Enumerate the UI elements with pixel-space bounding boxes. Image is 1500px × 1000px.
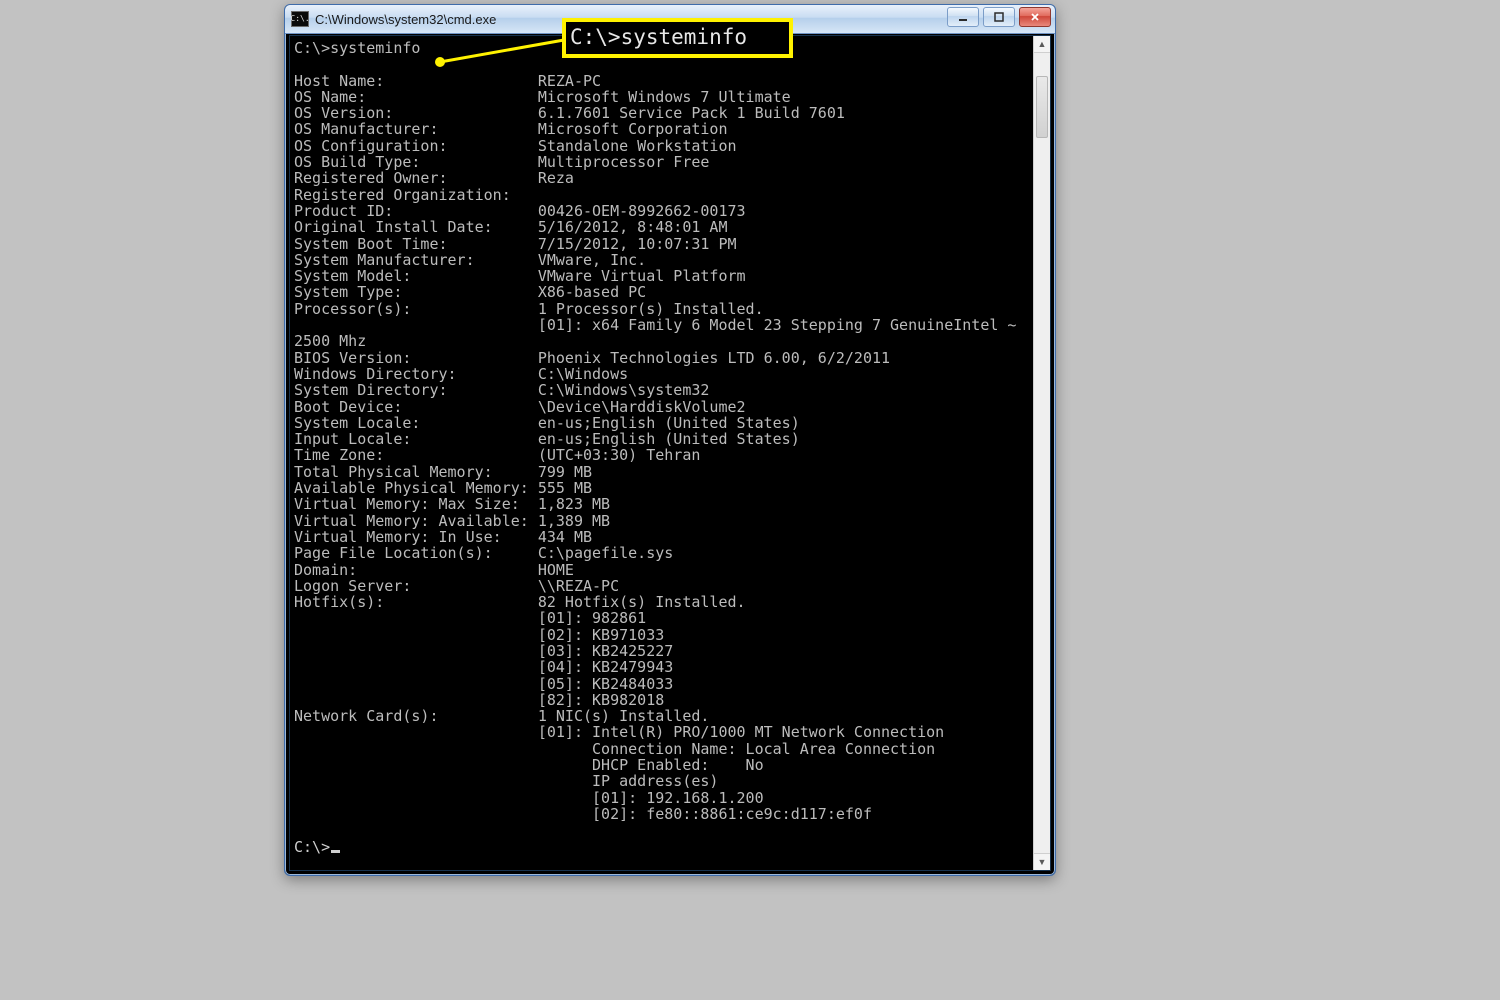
terminal-client-area: ▲ ▼ C:\>systeminfo Host Name: REZA-PC OS… — [289, 35, 1051, 871]
cmd-app-icon-text: C:\. — [290, 15, 309, 23]
terminal-output[interactable]: C:\>systeminfo Host Name: REZA-PC OS Nam… — [294, 40, 1032, 866]
minimize-button[interactable] — [947, 7, 979, 27]
scroll-thumb[interactable] — [1036, 76, 1048, 138]
maximize-button[interactable] — [983, 7, 1015, 27]
cmd-window: C:\. C:\Windows\system32\cmd.exe ▲ ▼ C:\… — [284, 4, 1056, 876]
cmd-app-icon: C:\. — [291, 11, 309, 27]
scroll-up-arrow-icon[interactable]: ▲ — [1034, 36, 1050, 53]
vertical-scrollbar[interactable]: ▲ ▼ — [1033, 36, 1050, 870]
window-title: C:\Windows\system32\cmd.exe — [315, 12, 496, 27]
annotation-callout: C:\>systeminfo — [562, 18, 793, 58]
window-controls — [947, 7, 1051, 27]
close-button[interactable] — [1019, 7, 1051, 27]
scroll-down-arrow-icon[interactable]: ▼ — [1034, 853, 1050, 870]
